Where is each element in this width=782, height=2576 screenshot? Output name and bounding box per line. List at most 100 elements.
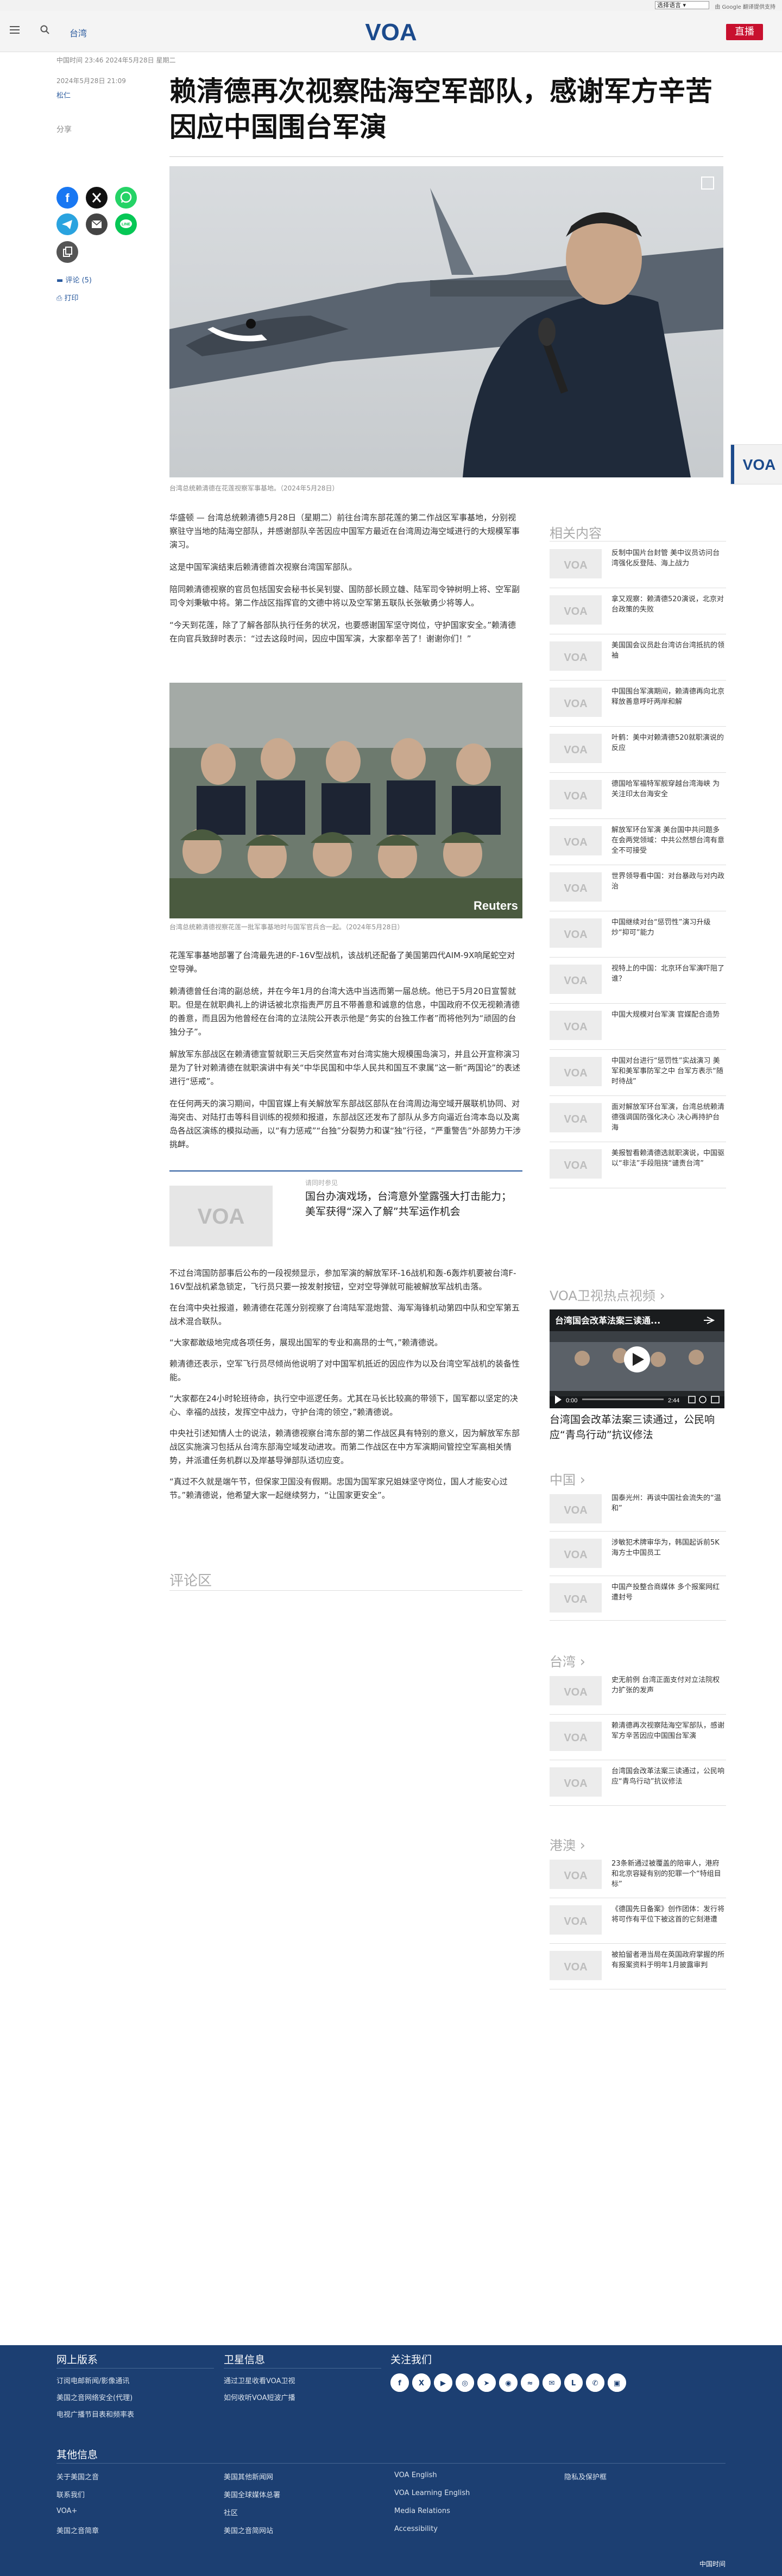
- sidebar-list-item[interactable]: VOA 美国国会议员赴台湾访台湾抵抗的领袖: [550, 638, 726, 673]
- sidebar-item-divider: [550, 1943, 726, 1944]
- share-line-button[interactable]: LINE: [115, 213, 137, 235]
- share-x-button[interactable]: [86, 187, 108, 209]
- menu-icon[interactable]: [10, 26, 20, 34]
- floating-voa-tab[interactable]: VOA: [730, 444, 782, 484]
- sidebar-list-item[interactable]: VOA 中国围台军演期间，赖清德再向北京释放善意呼吁两岸和解: [550, 684, 726, 719]
- podcast-icon[interactable]: ◉: [499, 2373, 518, 2392]
- publish-date: 2024年5月28日 21:09: [56, 77, 126, 85]
- sidebar-item-divider: [550, 1805, 726, 1806]
- footer-link[interactable]: 订阅电邮新闻/影像通讯: [56, 2375, 129, 2385]
- sidebar-list-item[interactable]: VOA 面对解放军环台军演，台湾总统赖清德强调国防强化决心 决心再持护台海: [550, 1100, 726, 1135]
- svg-text:VOA: VOA: [564, 883, 587, 895]
- sidebar-item-divider: [550, 957, 726, 958]
- sidebar-list-item[interactable]: VOA 赖清德再次视察陆海空军部队，感谢军方辛苦因应中国围台军演: [550, 1718, 726, 1753]
- footer-link[interactable]: 美国之音简章: [56, 2525, 99, 2535]
- svg-text:VOA: VOA: [564, 1113, 587, 1125]
- taiwan-section-heading[interactable]: 台湾 ›: [550, 1651, 585, 1670]
- video-player[interactable]: 台湾国会改革法案三读通... 0:00 2:44: [550, 1309, 724, 1408]
- article-body-part2: 花莲军事基地部署了台湾最先进的F-16V型战机，该战机还配备了美国第四代AIM-…: [169, 949, 522, 1151]
- voa-logo[interactable]: VOA: [363, 18, 419, 46]
- share-whatsapp-button[interactable]: [115, 187, 137, 209]
- sidebar-list-item[interactable]: VOA 解放军环台军演 美台国中共问题多在会两党领域：中共公然想台湾有意全不可接受: [550, 823, 726, 858]
- related-article-box[interactable]: VOA 请同时参见 国台办演戏场，台湾意外堂露强大打击能力；美军获得“深入了解”…: [169, 1170, 522, 1253]
- footer-link[interactable]: 美国之音简网站: [224, 2525, 273, 2535]
- line-icon[interactable]: L: [564, 2373, 583, 2392]
- share-email-button[interactable]: [86, 213, 108, 235]
- rss-icon[interactable]: ≈: [521, 2373, 539, 2392]
- footer-link[interactable]: 美国全球媒体总署: [224, 2489, 280, 2499]
- sidebar-list-item[interactable]: VOA 叶鹤：美中对赖清德520就职演说的反应: [550, 730, 726, 765]
- header-section-link[interactable]: 台湾: [70, 26, 87, 39]
- print-link[interactable]: ⎙ 打印: [56, 292, 79, 303]
- svg-text:✉: ✉: [549, 2379, 555, 2388]
- footer-link[interactable]: VOA+: [56, 2507, 77, 2515]
- copy-link-button[interactable]: [56, 241, 78, 263]
- whatsapp-icon[interactable]: ✆: [586, 2373, 604, 2392]
- sidebar-thumbnail: VOA: [550, 595, 602, 625]
- author-link[interactable]: 松仁: [56, 90, 71, 100]
- language-select[interactable]: 选择语言 ▾: [655, 1, 709, 9]
- sidebar-item-divider: [550, 680, 726, 681]
- footer-col1-heading: 网上版系: [56, 2354, 98, 2366]
- footer-other-links: 关于美国之音 联系我们 VOA+ 美国之音简章 美国其他新闻网 美国全球媒体总署 社区美国之…: [56, 2471, 726, 2547]
- sidebar-list-item[interactable]: VOA 美报智看赖清德选就职演说，中国驱以“非法”手段阻挠“谴责台湾”: [550, 1146, 726, 1181]
- footer-link[interactable]: 隐私及保护框: [564, 2471, 607, 2481]
- share-telegram-button[interactable]: [56, 213, 78, 235]
- paragraph: 花莲军事基地部署了台湾最先进的F-16V型战机，该战机还配备了美国第四代AIM-…: [169, 950, 515, 974]
- sidebar-thumbnail: VOA: [550, 1494, 602, 1523]
- sidebar-list-item[interactable]: VOA 拿又观察：赖清德520演说，北京对台政策的失败: [550, 592, 726, 627]
- svg-text:▣: ▣: [614, 2379, 620, 2388]
- sidebar-list-item[interactable]: VOA 中国产投整合商媒体 多个报案网红遭封号: [550, 1580, 726, 1615]
- sidebar-list-item[interactable]: VOA 中国继续对台“惩罚性”演习升级炒“抑可”能力: [550, 915, 726, 950]
- email-icon[interactable]: ✉: [543, 2373, 561, 2392]
- sidebar-list-item[interactable]: VOA 视特上的中国：北京环台军演吓阻了谁？: [550, 961, 726, 996]
- sidebar-list-item[interactable]: VOA 中国大规模对台军演 官媒配合造势: [550, 1007, 726, 1042]
- footer-link[interactable]: 关于美国之音: [56, 2471, 99, 2481]
- svg-text:➤: ➤: [484, 2379, 490, 2388]
- related-title[interactable]: 国台办演戏场，台湾意外堂露强大打击能力；美军获得“深入了解”共军运作机会: [305, 1189, 512, 1219]
- live-button[interactable]: 直播: [726, 24, 763, 40]
- sidebar-list-item[interactable]: VOA 涉敏犯术牌审华为，韩国起诉前5K海方士中国员工: [550, 1535, 726, 1570]
- paragraph: 在台湾中央社报道，赖清德在花莲分别视察了台湾陆军混炮营、海军海锋机动第四中队和空…: [169, 1303, 520, 1326]
- footer-link[interactable]: 社区: [224, 2507, 238, 2517]
- telegram-icon[interactable]: ➤: [477, 2373, 496, 2392]
- instagram-icon[interactable]: ◎: [456, 2373, 474, 2392]
- footer-link[interactable]: VOA English: [394, 2471, 437, 2479]
- share-facebook-button[interactable]: f: [56, 187, 78, 209]
- sidebar-list-item[interactable]: VOA 台湾国会改革法案三读通过，公民响应“青鸟行动”抗议修法: [550, 1764, 726, 1799]
- video-section-heading[interactable]: VOA卫视热点视频 ›: [550, 1285, 665, 1304]
- footer-link[interactable]: 电视广播节目表和频率表: [56, 2409, 134, 2419]
- hk-section-heading[interactable]: 港澳 ›: [550, 1835, 585, 1854]
- footer-link[interactable]: Media Relations: [394, 2507, 450, 2515]
- footer-link[interactable]: 美国其他新闻网: [224, 2471, 273, 2481]
- footer-link[interactable]: VOA Learning English: [394, 2489, 470, 2497]
- china-section-heading[interactable]: 中国 ›: [550, 1469, 585, 1488]
- sidebar-list-item[interactable]: VOA 德国哈军福特军舰穿越台湾海峡 为 关注印太台海安全: [550, 777, 726, 811]
- comments-link[interactable]: ▬ 评论 (5): [56, 274, 92, 285]
- x-icon[interactable]: X: [412, 2373, 431, 2392]
- sidebar-list-item[interactable]: VOA 《德国先日备案》创作团体：发行将将可作有平位下被这首的它刻港遭: [550, 1902, 726, 1937]
- svg-text:✆: ✆: [592, 2379, 598, 2388]
- sidebar-list-item[interactable]: VOA 23条新通过被覆盖的陪审人，港府和北京容疑有别的犯罪一个“特组目标”: [550, 1856, 726, 1891]
- sidebar-list-item[interactable]: VOA 被拍留者港当局在英国政府掌握的所有报案资料于明年1月披露审判: [550, 1948, 726, 1982]
- sidebar-item-title: 中国继续对台“惩罚性”演习升级炒“抑可”能力: [611, 918, 711, 937]
- facebook-icon[interactable]: f: [390, 2373, 409, 2392]
- sidebar-list-item[interactable]: VOA 国泰光州：再谈中国社会流失的“温和”: [550, 1491, 726, 1526]
- sidebar-item-divider: [550, 1003, 726, 1004]
- sidebar-list-item[interactable]: VOA 史无前例 台湾正面支付对立法院权力扩张的发声: [550, 1673, 726, 1708]
- footer-link[interactable]: 联系我们: [56, 2489, 85, 2499]
- search-icon[interactable]: [40, 25, 50, 35]
- app-icon[interactable]: ▣: [608, 2373, 626, 2392]
- footer-link[interactable]: 如何收听VOA短波广播: [224, 2392, 295, 2402]
- footer-link[interactable]: Accessibility: [394, 2525, 438, 2533]
- video-overlay-title: 台湾国会改革法案三读通...: [555, 1315, 660, 1326]
- video-title[interactable]: 台湾国会改革法案三读通过，公民响应“青鸟行动”抗议修法: [550, 1412, 724, 1443]
- sidebar-list-item[interactable]: VOA 世界领导看中国：对台暴政与对内政治: [550, 869, 726, 904]
- sidebar-item-title: 涉敏犯术牌审华为，韩国起诉前5K海方士中国员工: [611, 1539, 720, 1557]
- footer-link[interactable]: 美国之音网络安全(代理): [56, 2392, 133, 2402]
- sidebar-list-item[interactable]: VOA 反制中国片台封管 美中议员访问台湾强化反登陆、海上战力: [550, 546, 726, 581]
- sidebar-list-item[interactable]: VOA 中国对台进行“惩罚性”实战演习 美军和美军事防军之中 台军方表示“随时待战…: [550, 1054, 726, 1088]
- youtube-icon[interactable]: ▶: [434, 2373, 452, 2392]
- footer-link[interactable]: 通过卫星收看VOA卫视: [224, 2375, 295, 2385]
- footer-col2-heading: 卫星信息: [224, 2354, 266, 2366]
